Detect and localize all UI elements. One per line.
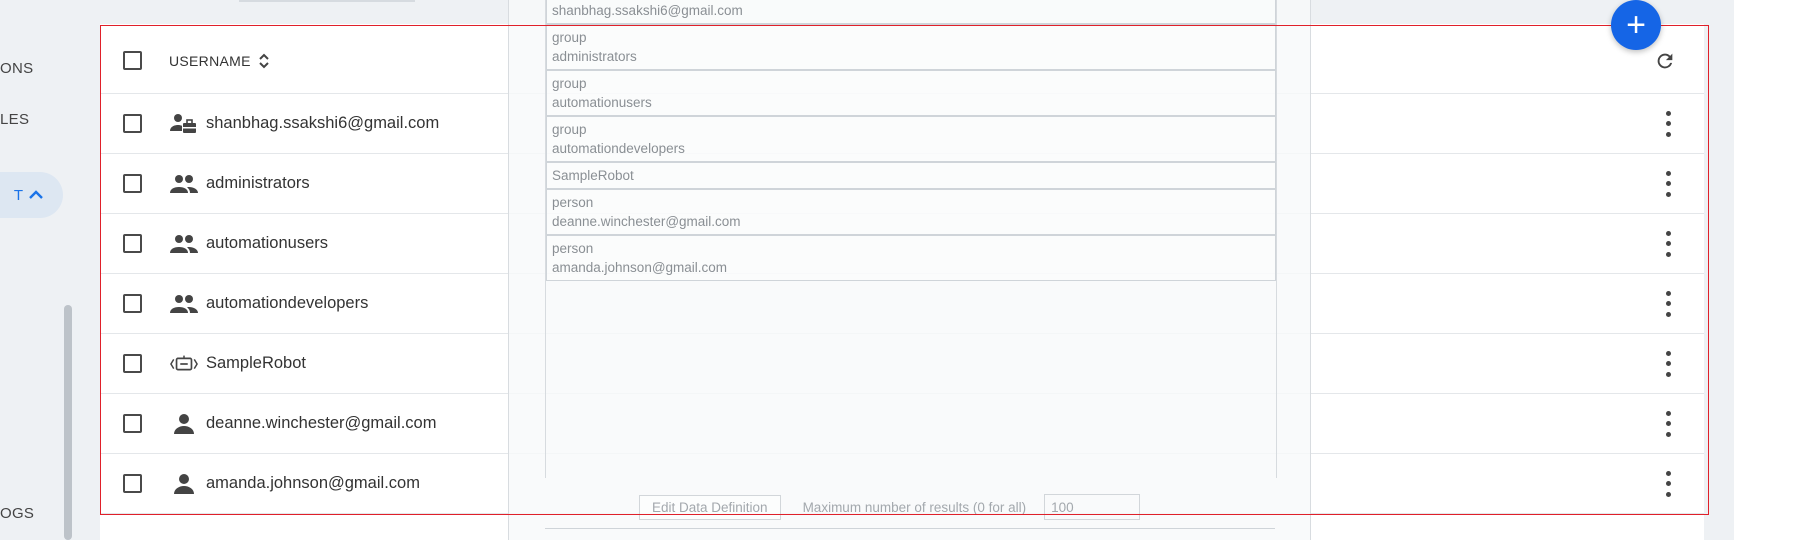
sidebar-item-active[interactable]: T — [0, 172, 63, 218]
row-checkbox[interactable] — [123, 114, 142, 133]
row-username: SampleRobot — [206, 354, 306, 372]
person-icon — [170, 410, 198, 438]
overlay-list-item[interactable]: group automationusers — [546, 70, 1276, 116]
overlay-item-type: group — [552, 122, 587, 137]
overlay-item-name: deanne.winchester@gmail.com — [552, 214, 741, 229]
person-icon — [170, 470, 198, 498]
overlay-item-name: automationusers — [552, 95, 652, 110]
overlay-item-type: group — [552, 30, 587, 45]
sidebar: ONS LES T OGS — [0, 0, 76, 540]
group-icon — [170, 290, 198, 318]
more-options-icon[interactable] — [1656, 469, 1680, 499]
row-username: shanbhag.ssakshi6@gmail.com — [206, 114, 440, 132]
more-options-icon[interactable] — [1656, 109, 1680, 139]
add-button[interactable]: + — [1611, 0, 1661, 50]
username-header-label: USERNAME — [169, 52, 251, 69]
row-checkbox[interactable] — [123, 174, 142, 193]
more-options-icon[interactable] — [1656, 409, 1680, 439]
row-checkbox[interactable] — [123, 414, 142, 433]
overlay-item-type: person — [552, 195, 594, 210]
username-sort-header[interactable]: USERNAME — [169, 53, 269, 69]
more-options-icon[interactable] — [1656, 349, 1680, 379]
admin-user-icon — [170, 110, 198, 138]
sidebar-item-label: LES — [0, 111, 30, 128]
overlay-list-item[interactable]: person deanne.winchester@gmail.com — [546, 189, 1276, 235]
sidebar-scrollbar[interactable] — [64, 305, 72, 540]
overlay-item-text: SampleRobot — [552, 168, 634, 183]
sidebar-item-label: ONS — [0, 60, 34, 77]
overlay-item-text: shanbhag.ssakshi6@gmail.com — [552, 3, 743, 18]
sidebar-item-logs[interactable]: OGS — [0, 505, 34, 522]
plus-icon: + — [1626, 5, 1646, 44]
overlay-list-item[interactable]: group automationdevelopers — [546, 116, 1276, 162]
row-checkbox[interactable] — [123, 474, 142, 493]
row-checkbox[interactable] — [123, 234, 142, 253]
row-username: administrators — [206, 174, 310, 192]
overlay-list-item[interactable]: group administrators — [546, 24, 1276, 70]
max-results-input[interactable]: 100 — [1044, 494, 1141, 520]
search-input-underline — [239, 0, 415, 2]
group-icon — [170, 170, 198, 198]
overlay-item-type: person — [552, 241, 594, 256]
edit-data-definition-button[interactable]: Edit Data Definition — [639, 494, 781, 520]
overlay-item-name: amanda.johnson@gmail.com — [552, 260, 728, 275]
overlay-list-item[interactable]: person amanda.johnson@gmail.com — [546, 235, 1276, 281]
overlay-list-item[interactable]: SampleRobot — [546, 162, 1276, 189]
overlay-item-name: administrators — [552, 49, 637, 64]
select-all-checkbox[interactable] — [123, 51, 142, 70]
overlay-item-name: automationdevelopers — [552, 141, 685, 156]
overlay-result-list: shanbhag.ssakshi6@gmail.com group admini… — [545, 0, 1277, 478]
row-checkbox[interactable] — [123, 354, 142, 373]
row-username: deanne.winchester@gmail.com — [206, 414, 437, 432]
right-margin — [1734, 0, 1809, 540]
more-options-icon[interactable] — [1656, 289, 1680, 319]
refresh-icon[interactable] — [1654, 50, 1676, 72]
sidebar-item-actions[interactable]: ONS — [0, 60, 33, 77]
data-definition-overlay: shanbhag.ssakshi6@gmail.com group admini… — [508, 0, 1311, 540]
row-username: automationdevelopers — [206, 294, 369, 312]
sidebar-item-roles[interactable]: LES — [0, 111, 29, 128]
overlay-list-item[interactable]: shanbhag.ssakshi6@gmail.com — [546, 0, 1276, 24]
row-checkbox[interactable] — [123, 294, 142, 313]
row-username: amanda.johnson@gmail.com — [206, 474, 420, 492]
chevron-up-icon — [29, 190, 43, 199]
max-results-label: Maximum number of results (0 for all) — [802, 499, 1027, 515]
overlay-divider — [545, 528, 1275, 529]
sidebar-item-label: OGS — [0, 505, 35, 522]
more-options-icon[interactable] — [1656, 169, 1680, 199]
overlay-footer: Edit Data Definition Maximum number of r… — [639, 494, 1141, 520]
group-icon — [170, 230, 198, 258]
row-username: automationusers — [206, 234, 328, 252]
sort-icon — [259, 53, 269, 68]
more-options-icon[interactable] — [1656, 229, 1680, 259]
sidebar-item-label: T — [13, 186, 23, 204]
overlay-item-type: group — [552, 76, 587, 91]
robot-icon — [170, 350, 198, 378]
